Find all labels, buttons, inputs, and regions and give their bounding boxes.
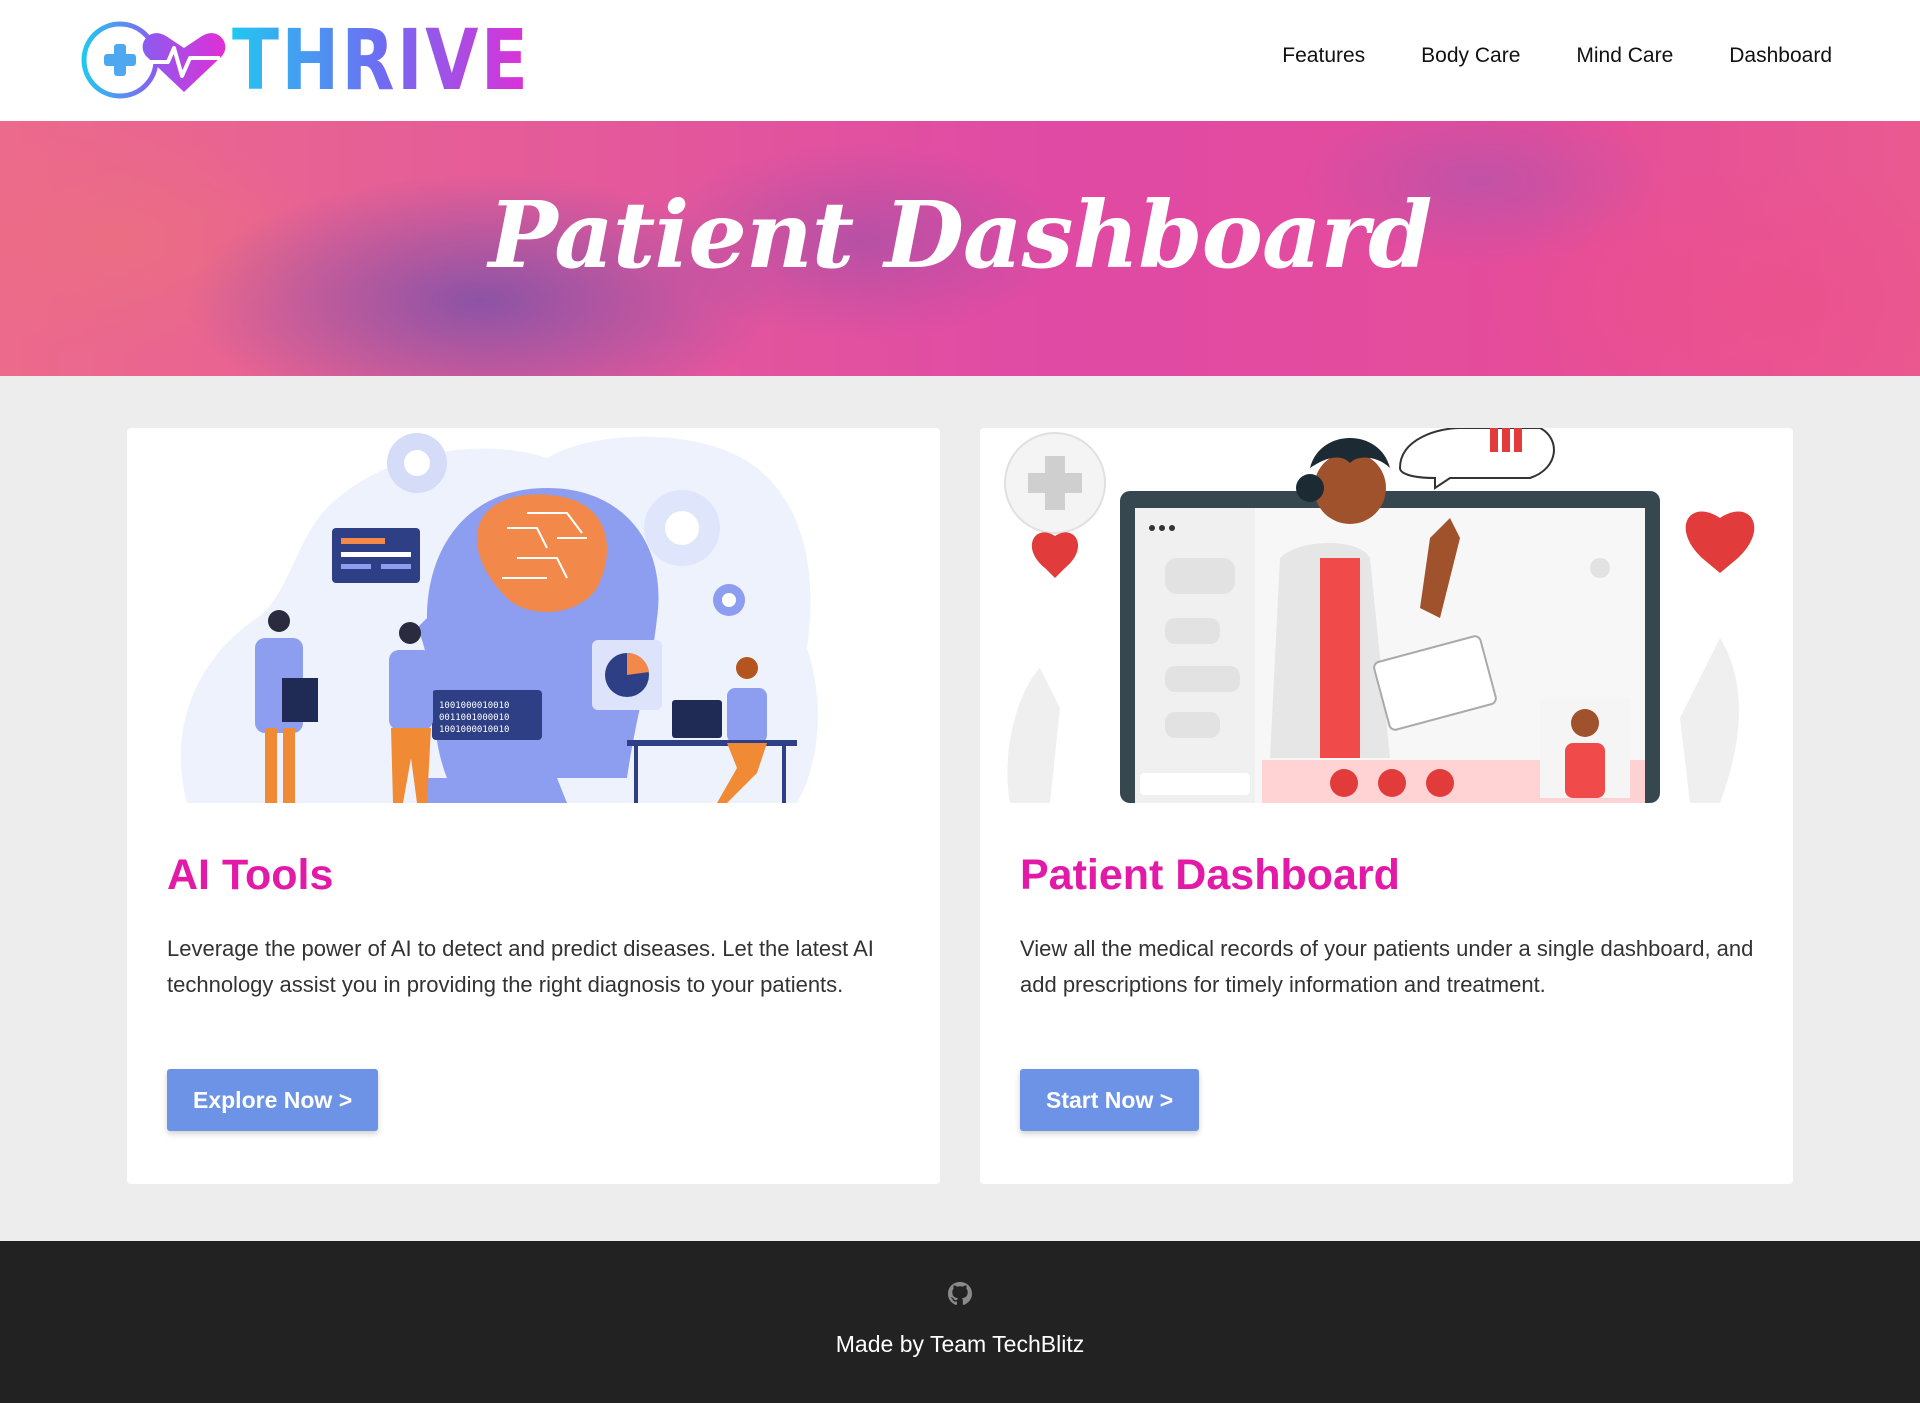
logo[interactable]: THRIVE bbox=[80, 18, 596, 102]
hero-banner: Patient Dashboard bbox=[0, 121, 1920, 376]
nav-features[interactable]: Features bbox=[1282, 44, 1365, 68]
explore-now-button[interactable]: Explore Now > bbox=[167, 1069, 379, 1131]
ai-tools-card: 1001000010010 0011001000010 100100001001… bbox=[127, 428, 940, 1184]
start-now-button[interactable]: Start Now > bbox=[1020, 1069, 1200, 1131]
footer-credit: Made by Team TechBlitz bbox=[835, 1331, 1085, 1357]
ai-brain-illustration: 1001000010010 0011001000010 100100001001… bbox=[127, 428, 940, 803]
svg-text:1001000010010: 1001000010010 bbox=[439, 725, 509, 735]
logo-text: THRIVE bbox=[232, 11, 531, 109]
nav-body-care[interactable]: Body Care bbox=[1421, 44, 1520, 68]
nav-mind-care[interactable]: Mind Care bbox=[1576, 44, 1673, 68]
page-title: Patient Dashboard bbox=[488, 181, 1433, 289]
card-description: View all the medical records of your pat… bbox=[1020, 936, 1754, 997]
telemedicine-illustration bbox=[980, 428, 1793, 803]
github-icon[interactable] bbox=[944, 1279, 976, 1311]
svg-text:1001000010010: 1001000010010 bbox=[439, 701, 509, 711]
main-nav: Features Body Care Mind Care Dashboard bbox=[1282, 44, 1832, 68]
svg-text:0011001000010: 0011001000010 bbox=[439, 713, 509, 723]
card-title: Patient Dashboard bbox=[1020, 851, 1400, 899]
card-description: Leverage the power of AI to detect and p… bbox=[167, 936, 874, 997]
medical-heart-logo-icon bbox=[81, 21, 226, 99]
card-title: AI Tools bbox=[167, 851, 334, 899]
patient-dashboard-card: Patient Dashboard View all the medical r… bbox=[980, 428, 1793, 1184]
site-footer: Made by Team TechBlitz bbox=[0, 1241, 1920, 1403]
nav-dashboard[interactable]: Dashboard bbox=[1729, 44, 1832, 68]
site-header: THRIVE Features Body Care Mind Care Dash… bbox=[0, 0, 1920, 121]
